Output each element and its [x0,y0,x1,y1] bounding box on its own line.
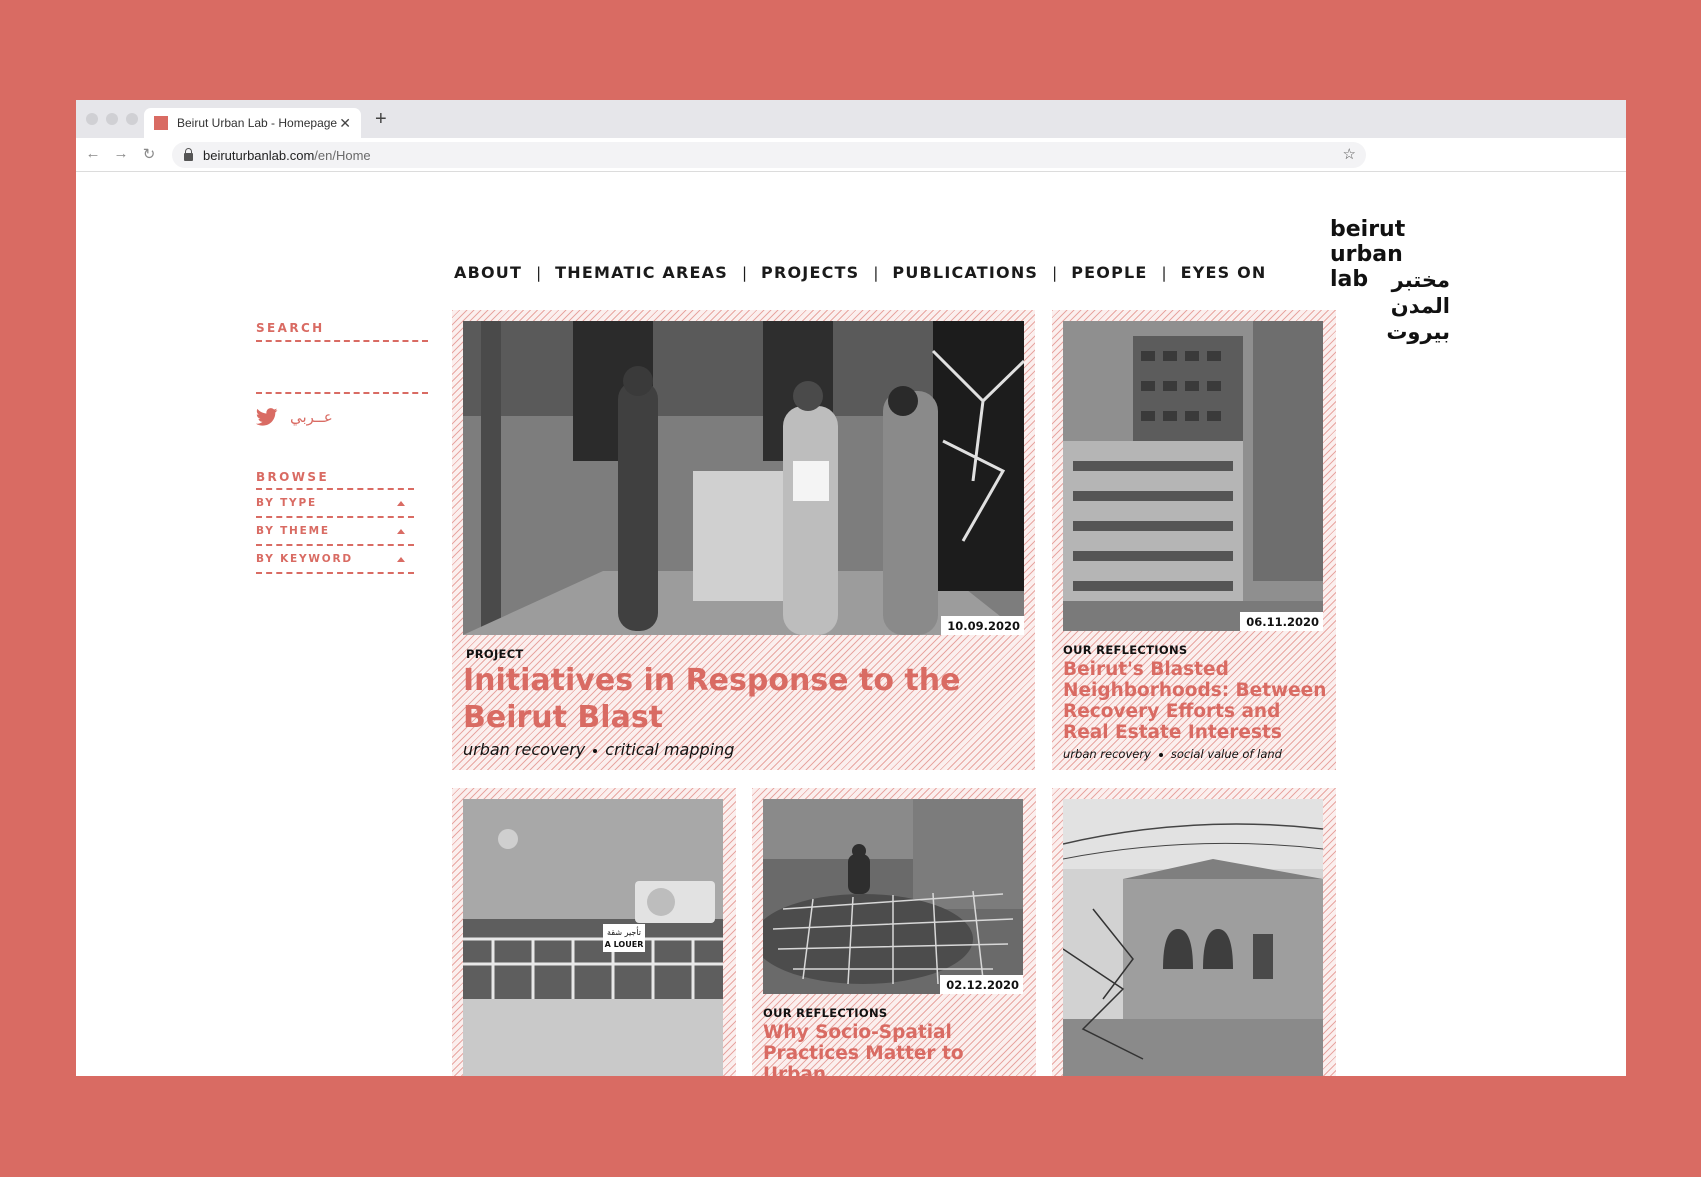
browser-window: Beirut Urban Lab - Homepage ✕ + ← → ↻ be… [76,100,1626,1076]
caret-up-icon [397,528,405,534]
tag-separator [593,748,598,753]
card-type: PROJECT [466,647,524,661]
tag-link[interactable]: urban recovery [1063,747,1151,761]
nav-publications[interactable]: PUBLICATIONS [892,263,1038,282]
card-tags: urban recovery social value of land [1063,747,1282,761]
favicon-icon [154,116,168,130]
card-title[interactable]: Initiatives in Response to the Beirut Bl… [463,662,1023,736]
card-photo: 06.11.2020 [1063,321,1323,631]
nav-thematic-areas[interactable]: THEMATIC AREAS [555,263,728,282]
nav-separator: | [741,263,748,282]
url-path: /en/Home [314,147,371,163]
content-card[interactable] [1052,788,1336,1076]
reflection-card[interactable]: 06.11.2020 OUR REFLECTIONS Beirut's Blas… [1052,310,1336,770]
card-date: 10.09.2020 [941,616,1024,635]
new-tab-icon[interactable]: + [375,109,387,129]
search-label: SEARCH [256,321,325,335]
card-photo: 02.12.2020 [763,799,1023,994]
browse-label: BROWSE [256,470,330,484]
tag-link[interactable]: social value of land [1171,747,1282,761]
search-input[interactable] [256,340,428,342]
card-title[interactable]: Why Socio-Spatial Practices Matter to Ur… [763,1022,1028,1076]
main-navigation: ABOUT | THEMATIC AREAS | PROJECTS | PUBL… [454,263,1267,282]
minimize-window-button[interactable] [106,113,118,125]
filter-label: BY KEYWORD [256,553,353,565]
social-row: عــربي [256,406,428,428]
forward-arrow-icon[interactable]: → [112,145,130,162]
nav-projects[interactable]: PROJECTS [761,263,859,282]
web-page: ABOUT | THEMATIC AREAS | PROJECTS | PUBL… [76,173,1626,1076]
tag-link[interactable]: critical mapping [605,740,734,759]
tab-title: Beirut Urban Lab - Homepage [177,116,338,130]
browser-tab[interactable]: Beirut Urban Lab - Homepage ✕ [144,108,361,138]
photo-image [763,799,1023,994]
filter-label: BY TYPE [256,497,317,509]
browser-toolbar: ← → ↻ beiruturbanlab.com/en/Home ☆ [76,138,1626,172]
tag-separator [1158,752,1163,757]
tag-link[interactable]: urban recovery [463,740,585,759]
url-text: beiruturbanlab.com/en/Home [203,148,371,163]
nav-separator: | [1161,263,1167,282]
card-photo: تأجير شقة A LOUER [463,799,723,1076]
filter-label: BY THEME [256,525,330,537]
photo-image [463,321,1024,635]
card-photo [1063,799,1323,1076]
card-date: 06.11.2020 [1240,612,1323,631]
tab-bar: Beirut Urban Lab - Homepage ✕ + [76,100,1626,138]
logo-arabic: مختبر المدن بيروت [1386,268,1450,344]
back-arrow-icon[interactable]: ← [84,145,102,162]
nav-about[interactable]: ABOUT [454,263,522,282]
twitter-icon[interactable] [256,408,278,426]
caret-up-icon [397,556,405,562]
nav-eyes-on[interactable]: EYES ON [1181,263,1267,282]
filter-by-theme[interactable]: BY THEME [256,518,414,546]
content-card[interactable]: تأجير شقة A LOUER [452,788,736,1076]
filter-by-type[interactable]: BY TYPE [256,490,414,518]
window-controls [86,113,138,125]
filter-by-keyword[interactable]: BY KEYWORD [256,546,414,574]
close-tab-icon[interactable]: ✕ [339,115,351,132]
photo-image [1063,321,1323,631]
nav-separator: | [1052,263,1058,282]
card-title[interactable]: Beirut's Blasted Neighborhoods: Between … [1063,659,1328,743]
card-tags: urban recovery critical mapping [463,740,734,759]
address-bar[interactable]: beiruturbanlab.com/en/Home ☆ [172,142,1366,168]
reflection-card[interactable]: 02.12.2020 OUR REFLECTIONS Why Socio-Spa… [752,788,1036,1076]
lock-icon [184,147,193,161]
photo-image: تأجير شقة A LOUER [463,799,723,1076]
nav-separator: | [873,263,879,282]
close-window-button[interactable] [86,113,98,125]
card-photo: 10.09.2020 [463,321,1024,635]
nav-separator: | [536,263,542,282]
card-date: 02.12.2020 [940,975,1023,994]
sign-line-2: A LOUER [605,940,644,949]
reload-icon[interactable]: ↻ [140,145,158,163]
site-logo[interactable]: beirut urban lab مختبر المدن بيروت [1330,217,1450,347]
nav-people[interactable]: PEOPLE [1071,263,1147,282]
divider [256,392,428,394]
bookmark-star-icon[interactable]: ☆ [1343,145,1356,163]
sidebar: SEARCH عــربي BROWSE BY TYPE BY THEME BY… [256,321,428,574]
caret-up-icon [397,500,405,506]
card-type: OUR REFLECTIONS [763,1006,888,1020]
sign-line-1: تأجير شقة [607,926,641,937]
card-type: OUR REFLECTIONS [1063,643,1188,657]
url-domain: beiruturbanlab.com [203,147,315,163]
photo-image [1063,799,1323,1076]
language-switch-link[interactable]: عــربي [290,408,333,426]
feature-card[interactable]: 10.09.2020 PROJECT Initiatives in Respon… [452,310,1035,770]
browse-section: BROWSE BY TYPE BY THEME BY KEYWORD [256,470,428,574]
maximize-window-button[interactable] [126,113,138,125]
